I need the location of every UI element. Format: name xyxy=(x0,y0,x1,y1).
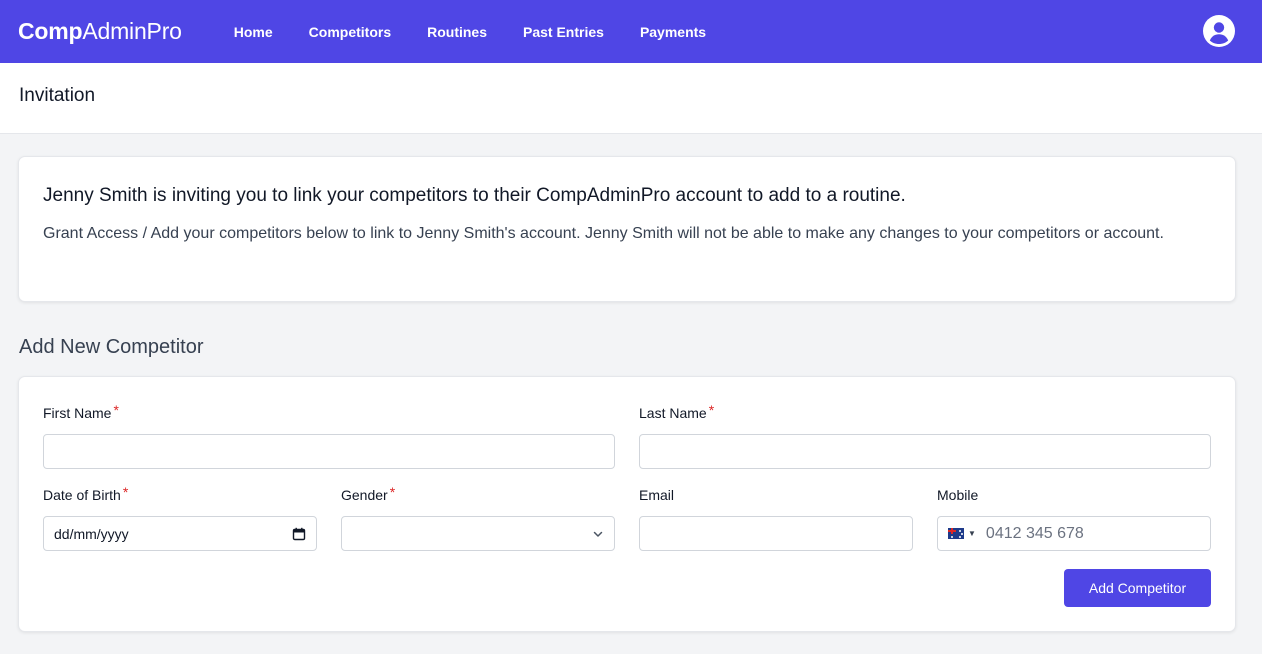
nav-link-competitors[interactable]: Competitors xyxy=(309,24,391,40)
invitation-heading: Jenny Smith is inviting you to link your… xyxy=(43,185,906,206)
page-header: Invitation xyxy=(0,63,1262,134)
email-field-group: Email xyxy=(639,485,913,551)
top-navbar: CompAdminPro Home Competitors Routines P… xyxy=(0,0,1262,63)
mobile-field-group: Mobile ▼ 0412 345 678 xyxy=(937,485,1211,551)
last-name-input[interactable] xyxy=(639,434,1211,469)
brand-rest: AdminPro xyxy=(82,18,182,44)
calendar-icon[interactable] xyxy=(292,527,306,541)
nav-links: Home Competitors Routines Past Entries P… xyxy=(216,24,724,40)
brand-logo[interactable]: CompAdminPro xyxy=(18,18,182,45)
last-name-label: Last Name * xyxy=(639,402,715,421)
gender-label: Gender * xyxy=(341,484,396,503)
gender-select[interactable] xyxy=(341,516,615,551)
required-marker: * xyxy=(708,402,715,418)
form-row-details: Date of Birth * dd/mm/yyyy Gender * Emai… xyxy=(43,484,1211,551)
last-name-field-group: Last Name * xyxy=(639,402,1211,469)
nav-link-home[interactable]: Home xyxy=(234,24,273,40)
main-content: Jenny Smith is inviting you to link your… xyxy=(0,134,1262,632)
email-input[interactable] xyxy=(639,516,913,551)
nav-link-past-entries[interactable]: Past Entries xyxy=(523,24,604,40)
dob-field-group: Date of Birth * dd/mm/yyyy xyxy=(43,484,317,551)
invitation-description: Grant Access / Add your competitors belo… xyxy=(43,225,1164,242)
mobile-input[interactable]: ▼ 0412 345 678 xyxy=(937,516,1211,551)
mobile-label: Mobile xyxy=(937,487,979,503)
required-marker: * xyxy=(389,484,396,500)
brand-bold: Comp xyxy=(18,18,83,44)
required-marker: * xyxy=(122,484,129,500)
gender-field-group: Gender * xyxy=(341,484,615,551)
dob-input[interactable]: dd/mm/yyyy xyxy=(43,516,317,551)
dob-label: Date of Birth * xyxy=(43,484,129,503)
chevron-down-icon xyxy=(593,531,603,537)
nav-link-payments[interactable]: Payments xyxy=(640,24,706,40)
australia-flag-icon[interactable] xyxy=(948,528,964,539)
dob-placeholder: dd/mm/yyyy xyxy=(54,525,129,542)
first-name-label: First Name * xyxy=(43,402,119,421)
page-title: Invitation xyxy=(19,85,96,106)
nav-link-routines[interactable]: Routines xyxy=(427,24,487,40)
caret-down-icon[interactable]: ▼ xyxy=(968,529,976,538)
first-name-field-group: First Name * xyxy=(43,402,615,469)
add-competitor-button[interactable]: Add Competitor xyxy=(1064,569,1211,607)
user-circle-icon xyxy=(1203,15,1235,47)
form-row-names: First Name * Last Name * xyxy=(43,402,1211,469)
invitation-card: Jenny Smith is inviting you to link your… xyxy=(18,156,1236,302)
first-name-input[interactable] xyxy=(43,434,615,469)
mobile-placeholder: 0412 345 678 xyxy=(985,524,1084,542)
email-label: Email xyxy=(639,487,675,503)
add-competitor-section-title: Add New Competitor xyxy=(19,336,204,358)
add-competitor-form: First Name * Last Name * Date of Birth * dd… xyxy=(18,376,1236,632)
required-marker: * xyxy=(113,402,119,418)
user-avatar-button[interactable] xyxy=(1203,15,1235,47)
